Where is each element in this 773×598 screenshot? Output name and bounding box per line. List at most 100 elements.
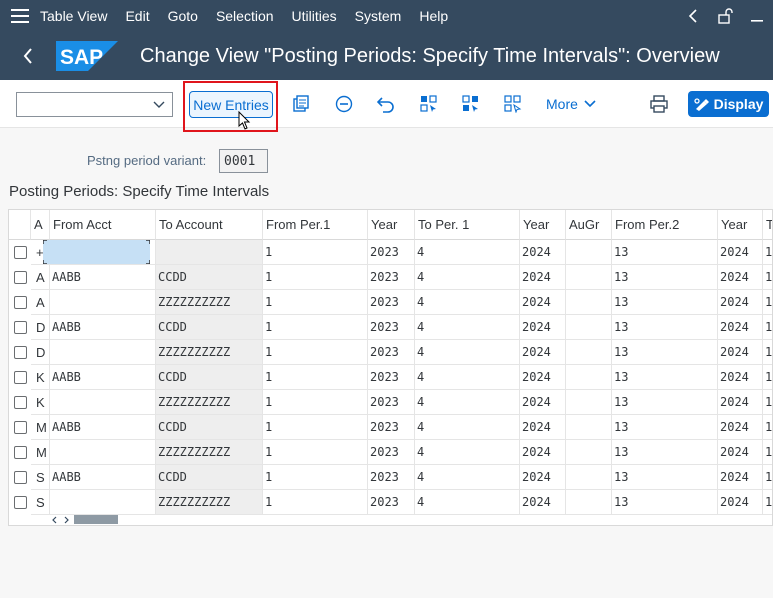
cell-col-to-per1[interactable]: 4	[415, 415, 520, 440]
cell-col-t[interactable]: 1	[763, 415, 772, 440]
cell-col-to-per1[interactable]: 4	[415, 390, 520, 415]
header-col-year1[interactable]: Year	[368, 210, 415, 240]
menu-help[interactable]: Help	[419, 8, 448, 24]
cell-col-augr[interactable]	[566, 440, 612, 465]
row-select-checkbox[interactable]	[14, 496, 27, 509]
copy-icon[interactable]	[291, 94, 311, 114]
cell-col-augr[interactable]	[566, 415, 612, 440]
cell-col-year1[interactable]: 2023	[368, 390, 415, 415]
cell-col-year2[interactable]: 2024	[520, 315, 566, 340]
cell-col-year3[interactable]: 2024	[718, 440, 763, 465]
cell-col-to-account[interactable]: CCDD	[156, 315, 263, 340]
cell-col-year3[interactable]: 2024	[718, 315, 763, 340]
header-col-t[interactable]: T	[763, 210, 772, 240]
cell-col-from-acct[interactable]: AABB	[50, 315, 156, 340]
unlock-icon[interactable]	[709, 0, 741, 32]
header-col-from-acct[interactable]: From Acct	[50, 210, 156, 240]
cell-col-to-account[interactable]: CCDD	[156, 465, 263, 490]
cell-col-from-acct[interactable]	[50, 290, 156, 315]
cell-col-to-per1[interactable]: 4	[415, 340, 520, 365]
cell-col-to-account[interactable]: ZZZZZZZZZZ	[156, 490, 263, 515]
collapse-left-icon[interactable]	[677, 0, 709, 32]
menu-selection[interactable]: Selection	[216, 8, 274, 24]
row-select-checkbox[interactable]	[14, 321, 27, 334]
cell-col-from-acct[interactable]	[50, 440, 156, 465]
cell-col-t[interactable]: 1	[763, 490, 772, 515]
header-col-year2[interactable]: Year	[520, 210, 566, 240]
cell-col-augr[interactable]	[566, 290, 612, 315]
cell-col-year2[interactable]: 2024	[520, 490, 566, 515]
row-select-checkbox[interactable]	[14, 421, 27, 434]
menu-system[interactable]: System	[355, 8, 402, 24]
cell-col-t[interactable]: 1	[763, 240, 772, 265]
cell-col-year3[interactable]: 2024	[718, 340, 763, 365]
cell-col-year1[interactable]: 2023	[368, 465, 415, 490]
cell-col-year1[interactable]: 2023	[368, 240, 415, 265]
menu-edit[interactable]: Edit	[125, 8, 149, 24]
cell-col-t[interactable]: 1	[763, 390, 772, 415]
cell-col-from-per1[interactable]: 1	[263, 490, 368, 515]
select-block-icon[interactable]	[461, 94, 481, 114]
cell-col-year3[interactable]: 2024	[718, 390, 763, 415]
cell-col-augr[interactable]	[566, 340, 612, 365]
cell-col-year1[interactable]: 2023	[368, 290, 415, 315]
posting-period-variant-field[interactable]: 0001	[219, 149, 268, 173]
command-field[interactable]	[16, 92, 173, 117]
cell-col-from-acct[interactable]	[50, 390, 156, 415]
cell-col-to-account[interactable]: ZZZZZZZZZZ	[156, 290, 263, 315]
cell-col-year2[interactable]: 2024	[520, 340, 566, 365]
cell-col-from-per1[interactable]: 1	[263, 315, 368, 340]
cell-col-year1[interactable]: 2023	[368, 265, 415, 290]
row-select-checkbox[interactable]	[14, 446, 27, 459]
cell-col-year2[interactable]: 2024	[520, 265, 566, 290]
cell-col-t[interactable]: 1	[763, 265, 772, 290]
cell-col-from-per2[interactable]: 13	[612, 490, 718, 515]
cell-col-augr[interactable]	[566, 465, 612, 490]
header-col-year3[interactable]: Year	[718, 210, 763, 240]
horizontal-scrollbar[interactable]	[8, 515, 773, 526]
hamburger-menu-icon[interactable]	[0, 0, 40, 32]
row-select-checkbox[interactable]	[14, 471, 27, 484]
cell-col-from-per1[interactable]: 1	[263, 465, 368, 490]
header-col-action[interactable]: A	[31, 210, 50, 240]
header-col-from-per1[interactable]: From Per.1	[263, 210, 368, 240]
cell-col-to-per1[interactable]: 4	[415, 440, 520, 465]
cell-col-year2[interactable]: 2024	[520, 465, 566, 490]
back-icon[interactable]	[0, 32, 56, 80]
more-button[interactable]: More	[546, 94, 596, 114]
row-select-checkbox[interactable]	[14, 296, 27, 309]
cell-col-year2[interactable]: 2024	[520, 290, 566, 315]
cell-col-from-per2[interactable]: 13	[612, 415, 718, 440]
cell-col-to-account[interactable]: CCDD	[156, 265, 263, 290]
cell-col-from-per2[interactable]: 13	[612, 465, 718, 490]
cell-col-from-acct[interactable]	[50, 490, 156, 515]
cell-col-to-account[interactable]: CCDD	[156, 365, 263, 390]
cell-col-from-per2[interactable]: 13	[612, 265, 718, 290]
deselect-all-icon[interactable]	[503, 94, 523, 114]
undo-icon[interactable]	[376, 94, 396, 114]
cell-col-year2[interactable]: 2024	[520, 390, 566, 415]
delete-icon[interactable]	[334, 94, 354, 114]
cell-col-t[interactable]: 1	[763, 340, 772, 365]
cell-col-to-per1[interactable]: 4	[415, 315, 520, 340]
menu-table-view[interactable]: Table View	[40, 8, 107, 24]
cell-col-to-account[interactable]: ZZZZZZZZZZ	[156, 340, 263, 365]
cell-col-augr[interactable]	[566, 390, 612, 415]
cell-col-from-acct[interactable]: AABB	[50, 415, 156, 440]
cell-col-from-per2[interactable]: 13	[612, 315, 718, 340]
cell-col-from-per1[interactable]: 1	[263, 440, 368, 465]
header-col-augr[interactable]: AuGr	[566, 210, 612, 240]
cell-col-to-per1[interactable]: 4	[415, 240, 520, 265]
cell-col-from-per1[interactable]: 1	[263, 290, 368, 315]
header-col-from-per2[interactable]: From Per.2	[612, 210, 718, 240]
cell-col-year3[interactable]: 2024	[718, 265, 763, 290]
new-entries-button[interactable]: New Entries	[189, 91, 273, 118]
cell-col-year1[interactable]: 2023	[368, 365, 415, 390]
cell-col-year3[interactable]: 2024	[718, 465, 763, 490]
cell-col-year3[interactable]: 2024	[718, 290, 763, 315]
cell-col-from-per2[interactable]: 13	[612, 240, 718, 265]
cell-col-augr[interactable]	[566, 365, 612, 390]
cell-col-year1[interactable]: 2023	[368, 315, 415, 340]
cell-col-from-per2[interactable]: 13	[612, 290, 718, 315]
cell-col-to-account[interactable]: ZZZZZZZZZZ	[156, 390, 263, 415]
